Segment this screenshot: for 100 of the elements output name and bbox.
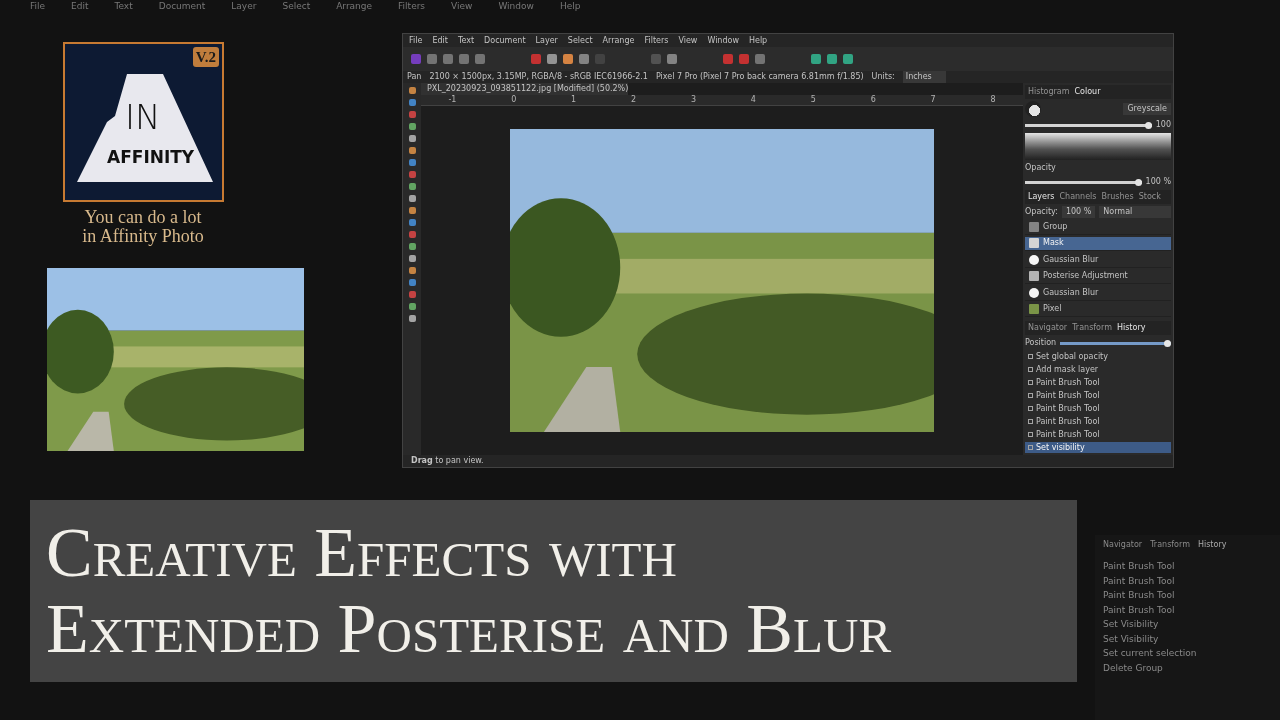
panel-tab[interactable]: Histogram: [1028, 86, 1070, 98]
history-item[interactable]: Paint Brush Tool: [1025, 390, 1171, 401]
history-item[interactable]: Delete Group: [1103, 660, 1272, 675]
menu-item[interactable]: Filters: [398, 0, 426, 12]
layer-name: Gaussian Blur: [1043, 253, 1099, 266]
title-text: Creative Effects with: [46, 515, 677, 591]
layer-row[interactable]: Posterise Adjustment: [1025, 269, 1171, 284]
menu-item[interactable]: Window: [707, 34, 739, 47]
colour-swatch-icon: [1025, 101, 1041, 117]
panel-tab[interactable]: Transform: [1150, 539, 1190, 551]
units-dropdown[interactable]: Inches: [902, 71, 946, 83]
triangle-logo-icon: [75, 72, 215, 184]
menu-item[interactable]: Document: [484, 34, 526, 47]
history-item[interactable]: Set current selection: [1103, 646, 1272, 661]
menu-item[interactable]: Arrange: [336, 0, 373, 12]
menu-item[interactable]: Layer: [535, 34, 558, 47]
menu-item[interactable]: View: [451, 0, 473, 12]
menu-item[interactable]: File: [409, 34, 423, 47]
checkbox-icon: [1028, 354, 1033, 359]
layer-row[interactable]: Gaussian Blur: [1025, 253, 1171, 268]
history-item[interactable]: Paint Brush Tool: [1025, 416, 1171, 427]
panel-tab[interactable]: Brushes: [1101, 191, 1134, 203]
document-tab[interactable]: PXL_20230923_093851122.jpg [Modified] (50.2%): [421, 83, 629, 95]
logo-text: AFFINITY: [107, 147, 195, 167]
slider-thumb[interactable]: [1134, 178, 1142, 186]
layer-name: Gaussian Blur: [1043, 286, 1099, 299]
menu-item[interactable]: Select: [567, 34, 593, 47]
layer-thumbnail: [1029, 238, 1039, 249]
units-label: Units:: [871, 71, 895, 83]
panel-tab[interactable]: Channels: [1059, 191, 1097, 203]
slider-thumb[interactable]: [1164, 339, 1171, 347]
slider-track[interactable]: [1060, 341, 1171, 345]
menu-item[interactable]: Filters: [644, 34, 669, 47]
opacity-value: 100 %: [1145, 176, 1171, 188]
checkbox-icon: [1028, 406, 1033, 411]
layer-row[interactable]: Pixel: [1025, 302, 1171, 317]
history-item[interactable]: Set visibility: [1025, 442, 1171, 453]
ruler-label: 6: [870, 95, 876, 105]
menu-item[interactable]: File: [30, 0, 46, 12]
history-item[interactable]: Paint Brush Tool: [1103, 559, 1272, 574]
opacity-label: Opacity: [1025, 162, 1057, 174]
history-label: Add mask layer: [1036, 363, 1099, 376]
menu-item[interactable]: Window: [498, 0, 534, 12]
layer-thumbnail: [1029, 254, 1039, 265]
opacity-label: Opacity:: [1025, 206, 1058, 218]
layer-row[interactable]: Mask: [1025, 236, 1171, 251]
opacity-dropdown[interactable]: 100 %: [1061, 206, 1096, 218]
menu-item[interactable]: Help: [748, 34, 768, 47]
panel-tab[interactable]: History: [1197, 539, 1227, 551]
blend-mode-dropdown[interactable]: Normal: [1099, 206, 1171, 218]
history-item[interactable]: Paint Brush Tool: [1103, 573, 1272, 588]
menu-item[interactable]: View: [678, 34, 698, 47]
logo-text: IN: [125, 99, 161, 135]
menu-item[interactable]: Text: [114, 0, 133, 12]
history-item[interactable]: Paint Brush Tool: [1025, 377, 1171, 388]
history-label: Paint Brush Tool: [1036, 389, 1100, 402]
menu-item[interactable]: Text: [457, 34, 475, 47]
layer-row[interactable]: Group: [1025, 220, 1171, 235]
panel-tab[interactable]: Colour: [1074, 86, 1101, 98]
history-item[interactable]: Set Visibility: [1103, 617, 1272, 632]
menu-item[interactable]: Edit: [432, 34, 448, 47]
tool-name: Pan: [407, 71, 422, 83]
menu-item[interactable]: Layer: [231, 0, 257, 12]
menu-item[interactable]: Help: [559, 0, 581, 12]
caption-text: You can do a lot: [83, 208, 203, 227]
menu-item[interactable]: Edit: [71, 0, 89, 12]
menu-item[interactable]: Select: [282, 0, 311, 12]
history-item[interactable]: Paint Brush Tool: [1103, 588, 1272, 603]
panel-tab[interactable]: Navigator: [1103, 539, 1143, 551]
history-item[interactable]: Set Visibility: [1103, 631, 1272, 646]
history-label: Set visibility: [1036, 441, 1085, 454]
slider-track[interactable]: [1025, 123, 1152, 127]
panel-tab[interactable]: Transform: [1072, 322, 1112, 334]
menu-item[interactable]: Document: [158, 0, 206, 12]
menu-item[interactable]: Arrange: [602, 34, 635, 47]
slider-track[interactable]: [1025, 180, 1142, 184]
history-item[interactable]: Paint Brush Tool: [1025, 403, 1171, 414]
position-label: Position: [1025, 337, 1057, 349]
ruler-label: 2: [631, 95, 637, 105]
version-badge: V.2: [192, 47, 219, 67]
layer-name: Mask: [1043, 237, 1064, 250]
ruler-label: 8: [990, 95, 996, 105]
history-item[interactable]: Paint Brush Tool: [1025, 429, 1171, 440]
panel-tab[interactable]: Layers: [1028, 191, 1055, 203]
checkbox-icon: [1028, 445, 1033, 450]
history-item[interactable]: Add mask layer: [1025, 364, 1171, 375]
caption-text: in Affinity Photo: [81, 227, 205, 246]
panel-tab[interactable]: History: [1116, 322, 1146, 334]
layer-thumbnail: [1029, 304, 1039, 315]
panel-tab[interactable]: Navigator: [1028, 322, 1068, 334]
camera-info: Pixel 7 Pro (Pixel 7 Pro back camera 6.81mm f/1.85): [655, 71, 864, 83]
colour-mode-dropdown[interactable]: Greyscale: [1123, 103, 1171, 115]
ruler-label: 7: [930, 95, 936, 105]
panel-tab[interactable]: Stock: [1138, 191, 1161, 203]
history-item[interactable]: Paint Brush Tool: [1103, 602, 1272, 617]
history-item[interactable]: Set global opacity: [1025, 351, 1171, 362]
layer-thumbnail: [1029, 221, 1039, 232]
slider-thumb[interactable]: [1144, 121, 1152, 129]
layer-name: Pixel: [1043, 303, 1062, 316]
layer-row[interactable]: Gaussian Blur: [1025, 286, 1171, 301]
